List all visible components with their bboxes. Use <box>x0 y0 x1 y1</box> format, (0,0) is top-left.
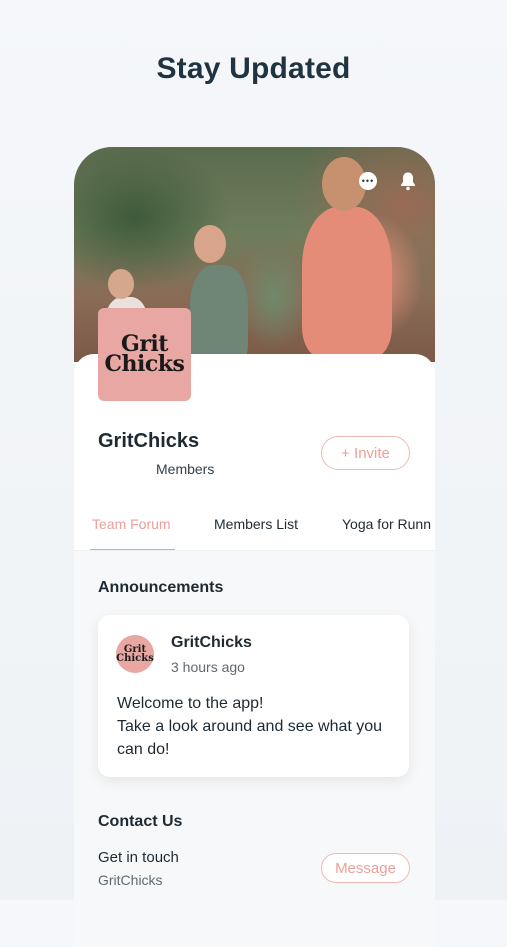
post-timestamp: 3 hours ago <box>171 659 245 675</box>
tab-yoga-for-runners[interactable]: Yoga for Runn <box>342 516 431 532</box>
tab-bar: Team Forum Members List Yoga for Runn <box>74 499 435 551</box>
post-body: Welcome to the app! Take a look around a… <box>117 695 383 758</box>
tab-team-forum[interactable]: Team Forum <box>92 516 171 532</box>
contact-title: Contact Us <box>98 813 183 830</box>
contact-label: Get in touch <box>98 849 179 866</box>
message-button[interactable]: Message <box>321 853 410 883</box>
app-screen: ••• Grit Chicks GritChicks Members + Inv… <box>74 147 435 947</box>
tab-members-list[interactable]: Members List <box>214 516 298 532</box>
chat-bubble-icon[interactable]: ••• <box>359 172 377 190</box>
announcements-title: Announcements <box>98 579 224 596</box>
group-logo: Grit Chicks <box>98 308 191 401</box>
group-name: GritChicks <box>98 430 200 452</box>
avatar: Grit Chicks <box>116 635 154 673</box>
members-link[interactable]: Members <box>156 461 214 477</box>
post-author: GritChicks <box>171 634 252 651</box>
announcement-post[interactable]: Grit Chicks GritChicks 3 hours ago Welco… <box>98 615 409 777</box>
bell-icon[interactable] <box>399 171 417 191</box>
page-headline: Stay Updated <box>156 52 351 85</box>
invite-button[interactable]: + Invite <box>321 436 410 470</box>
contact-name: GritChicks <box>98 872 163 888</box>
